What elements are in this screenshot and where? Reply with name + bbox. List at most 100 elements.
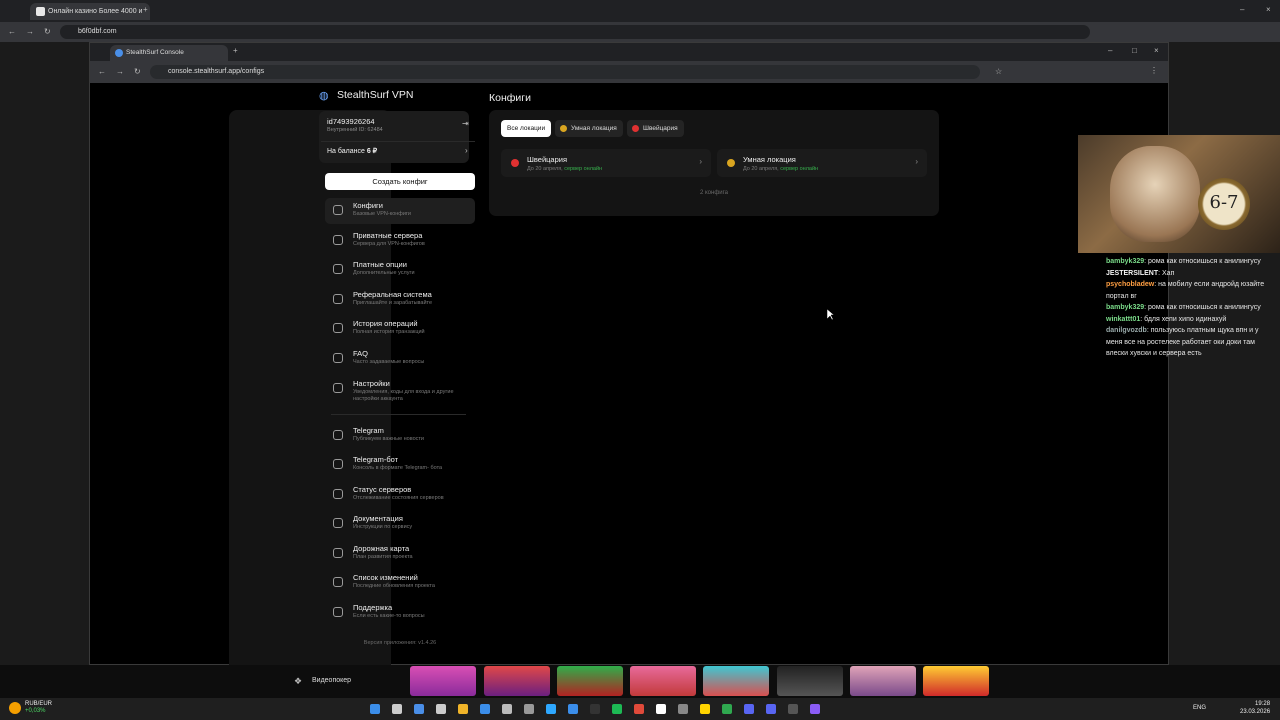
menu-icon[interactable]: ⋮: [1150, 66, 1158, 75]
taskbar-app-icon[interactable]: [678, 704, 688, 714]
user-plus-icon: [333, 294, 343, 304]
chat-username[interactable]: bambyk329: [1106, 258, 1144, 265]
language-indicator[interactable]: ENG: [1193, 705, 1206, 711]
reload-icon[interactable]: ↻: [134, 67, 141, 76]
minimize-icon[interactable]: –: [1108, 46, 1112, 55]
outer-address-bar[interactable]: b6f0dbf.com: [60, 25, 1090, 39]
sidebar-item[interactable]: Приватные сервера Сервера для VPN-конфиго…: [325, 228, 475, 254]
balance-label: На балансе: [327, 148, 365, 155]
taskbar-app-icon[interactable]: [810, 704, 820, 714]
game-thumbnail[interactable]: [630, 666, 696, 696]
new-tab-icon[interactable]: +: [233, 46, 238, 55]
config-card-switzerland[interactable]: Швейцария До 20 апреля, сервер онлайн ›: [501, 149, 711, 177]
taskbar-app-icon[interactable]: [546, 704, 556, 714]
game-thumbnail[interactable]: [557, 666, 623, 696]
game-thumbnail[interactable]: [484, 666, 550, 696]
windows-start-icon[interactable]: [370, 704, 380, 714]
sidebar-item[interactable]: Документация Инструкции по сервису: [325, 511, 475, 537]
taskbar-app-icon[interactable]: [414, 704, 424, 714]
sidebar-item[interactable]: Реферальная система Приглашайте и зарабат…: [325, 287, 475, 313]
globe-favicon-icon: [115, 49, 123, 57]
sidebar-item[interactable]: Платные опции Дополнительные услуги: [325, 257, 475, 283]
game-thumbnail[interactable]: [410, 666, 476, 696]
system-clock[interactable]: 19:28 23.03.2026: [1240, 700, 1270, 716]
sidebar-item[interactable]: Поддержка Если есть какие-то вопросы: [325, 600, 475, 626]
game-thumbnail[interactable]: [923, 666, 989, 696]
taskbar-app-icon[interactable]: [634, 704, 644, 714]
page-title: Конфиги: [489, 92, 531, 104]
game-thumbnail[interactable]: [850, 666, 916, 696]
gear-icon: [333, 383, 343, 393]
sidebar-item[interactable]: Дорожная карта План развития проекта: [325, 541, 475, 567]
fx-widget[interactable]: RUB/EUR +0,03%: [25, 701, 52, 715]
sidebar-item[interactable]: Telegram-бот Консоль в формате Telegram- …: [325, 452, 475, 478]
chat-username[interactable]: winkattt01: [1106, 316, 1140, 323]
sidebar-item[interactable]: История операций Полная история транзакци…: [325, 316, 475, 342]
sidebar-item-label: Telegram: [353, 426, 384, 435]
star-icon[interactable]: ☆: [995, 67, 1002, 76]
taskbar-app-icon[interactable]: [590, 704, 600, 714]
back-icon[interactable]: ←: [98, 67, 106, 76]
taskbar-app-icon[interactable]: [458, 704, 468, 714]
logout-icon[interactable]: ⇥: [462, 119, 469, 128]
sidebar-item[interactable]: FAQ Часто задаваемые вопросы: [325, 346, 475, 372]
reload-icon[interactable]: ↻: [44, 27, 51, 36]
taskbar-app-icon[interactable]: [524, 704, 534, 714]
weather-widget-icon[interactable]: [9, 702, 21, 714]
video-poker-label[interactable]: Видеопокер: [312, 677, 351, 684]
sidebar-item-subtitle: План развития проекта: [353, 554, 413, 560]
mouse-cursor-icon: [827, 309, 835, 321]
minimize-icon[interactable]: –: [1240, 5, 1244, 14]
maximize-icon[interactable]: □: [1132, 46, 1137, 55]
chat-text: рома как относишься к анилингусу: [1148, 304, 1261, 311]
chat-username[interactable]: JESTERSILENT: [1106, 270, 1158, 277]
sidebar-item[interactable]: Статус серверов Отслеживание состояния се…: [325, 482, 475, 508]
sidebar-item-subtitle: Дополнительные услуги: [353, 270, 415, 276]
chat-text: Хап: [1162, 269, 1175, 277]
sidebar-item-subtitle: Если есть какие-то вопросы: [353, 613, 425, 619]
taskbar-app-icon[interactable]: [788, 704, 798, 714]
taskbar-app-icon[interactable]: [502, 704, 512, 714]
forward-icon[interactable]: →: [26, 27, 34, 36]
close-icon[interactable]: ×: [1154, 46, 1159, 55]
inner-address-bar[interactable]: console.stealthsurf.app/configs: [150, 65, 980, 79]
taskbar-app-icon[interactable]: [766, 704, 776, 714]
taskbar-app-icon[interactable]: [744, 704, 754, 714]
game-thumbnail[interactable]: [703, 666, 769, 696]
new-tab-icon[interactable]: +: [143, 5, 148, 14]
filter-switzerland[interactable]: Швейцария: [627, 120, 684, 137]
chat-message: danilgvozdb: пользуюсь платным щука впн …: [1106, 325, 1276, 360]
sidebar-item[interactable]: Настройки Уведомления, коды для входа и д…: [325, 376, 475, 402]
sidebar-item-label: История операций: [353, 319, 418, 328]
taskbar-app-icon[interactable]: [480, 704, 490, 714]
chat-username[interactable]: danilgvozdb: [1106, 327, 1147, 334]
taskbar-app-icon[interactable]: [436, 704, 446, 714]
chat-username[interactable]: psychobladew: [1106, 281, 1154, 288]
taskbar-app-icon[interactable]: [656, 704, 666, 714]
sidebar-item[interactable]: Список изменений Последние обновления про…: [325, 570, 475, 596]
taskbar-app-icon[interactable]: [612, 704, 622, 714]
game-thumbnail[interactable]: [777, 666, 843, 696]
forward-icon[interactable]: →: [116, 67, 124, 76]
create-config-button[interactable]: Создать конфиг: [325, 173, 475, 190]
taskbar-app-icon[interactable]: [568, 704, 578, 714]
inner-tab[interactable]: StealthSurf Console: [110, 45, 228, 61]
config-until: До 20 апреля,: [527, 166, 563, 172]
close-icon[interactable]: ×: [1266, 5, 1271, 14]
chevron-right-icon: ›: [915, 157, 918, 166]
balance-row[interactable]: На балансе 6 ₽: [327, 147, 377, 155]
config-card-smart-location[interactable]: Умная локация До 20 апреля, сервер онлай…: [717, 149, 927, 177]
outer-tab[interactable]: Онлайн казино Более 4000 и: [30, 3, 150, 20]
chat-username[interactable]: bambyk329: [1106, 304, 1144, 311]
taskbar-app-icon[interactable]: [392, 704, 402, 714]
taskbar-app-icon[interactable]: [700, 704, 710, 714]
filter-smart-location[interactable]: Умная локация: [555, 120, 623, 137]
outer-url: b6f0dbf.com: [78, 28, 117, 35]
sidebar-item-label: FAQ: [353, 349, 369, 358]
filter-all-locations[interactable]: Все локации: [501, 120, 552, 137]
back-icon[interactable]: ←: [8, 27, 16, 36]
sidebar-item[interactable]: Telegram Публикуем важные новости: [325, 423, 475, 449]
sidebar-item[interactable]: Конфиги Базовые VPN-конфиги: [325, 198, 475, 224]
video-poker-icon: ❖: [294, 676, 303, 686]
taskbar-app-icon[interactable]: [722, 704, 732, 714]
